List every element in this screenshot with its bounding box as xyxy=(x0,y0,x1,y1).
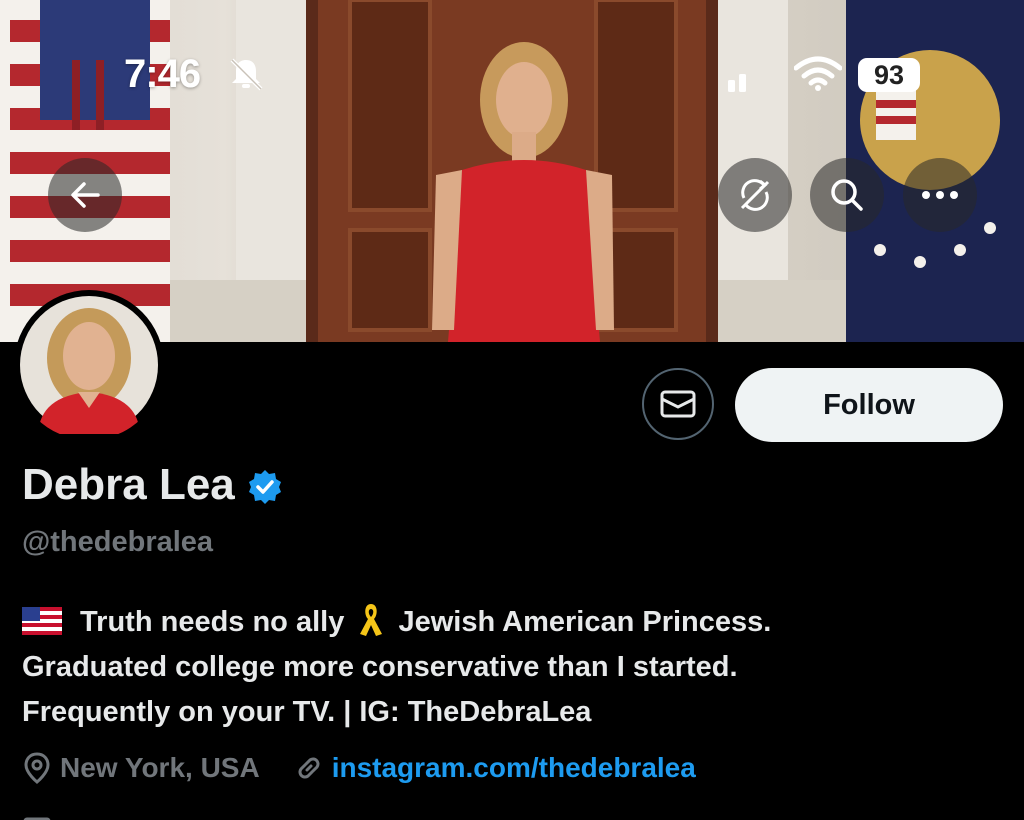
battery-indicator: 93 xyxy=(858,58,920,92)
wifi-icon xyxy=(794,56,842,91)
more-icon xyxy=(922,191,958,199)
website-link-text[interactable]: instagram.com/thedebralea xyxy=(332,752,696,784)
signal-icon xyxy=(728,74,746,92)
message-button[interactable] xyxy=(642,368,714,440)
avatar-image xyxy=(20,296,158,434)
bio-text-1: Truth needs no ally xyxy=(72,606,353,638)
verified-badge-icon[interactable] xyxy=(247,469,283,505)
bio-text-2: Jewish American Princess. xyxy=(390,606,772,638)
location-pin-icon xyxy=(24,752,50,784)
display-name: Debra Lea xyxy=(22,460,235,509)
calendar-icon xyxy=(23,817,51,820)
bio-text-4: Frequently on your TV. | IG: TheDebraLea xyxy=(22,696,592,728)
bio-text-3: Graduated college more conservative than… xyxy=(22,651,738,683)
avatar[interactable] xyxy=(14,290,164,440)
bio-line: Truth needs no ally Jewish American Prin… xyxy=(22,600,1012,645)
bio: Truth needs no ally Jewish American Prin… xyxy=(22,600,1012,735)
bell-slash-icon xyxy=(230,58,263,91)
status-time: 7:46 xyxy=(124,52,201,96)
location-text: New York, USA xyxy=(60,752,260,783)
search-button[interactable] xyxy=(810,158,884,232)
search-icon xyxy=(831,179,863,211)
sync-off-icon xyxy=(740,179,770,211)
profile-page: 7:46 93 Follow Debra Lea @thedebralea Tr… xyxy=(0,0,1024,820)
cut-off-row xyxy=(22,812,62,820)
link-icon xyxy=(298,757,320,779)
handle: @thedebralea xyxy=(22,526,214,558)
more-button[interactable] xyxy=(903,158,977,232)
website-link[interactable]: instagram.com/thedebralea xyxy=(294,752,696,784)
back-button[interactable] xyxy=(48,158,122,232)
back-arrow-icon xyxy=(71,182,100,208)
display-name-row: Debra Lea xyxy=(22,460,283,510)
envelope-icon xyxy=(660,390,696,418)
us-flag-icon xyxy=(22,607,62,635)
profile-meta: New York, USA instagram.com/thedebralea xyxy=(22,752,696,784)
follow-button[interactable]: Follow xyxy=(735,368,1003,442)
location: New York, USA xyxy=(22,752,260,784)
yellow-ribbon-icon xyxy=(360,604,383,636)
sync-button[interactable] xyxy=(718,158,792,232)
